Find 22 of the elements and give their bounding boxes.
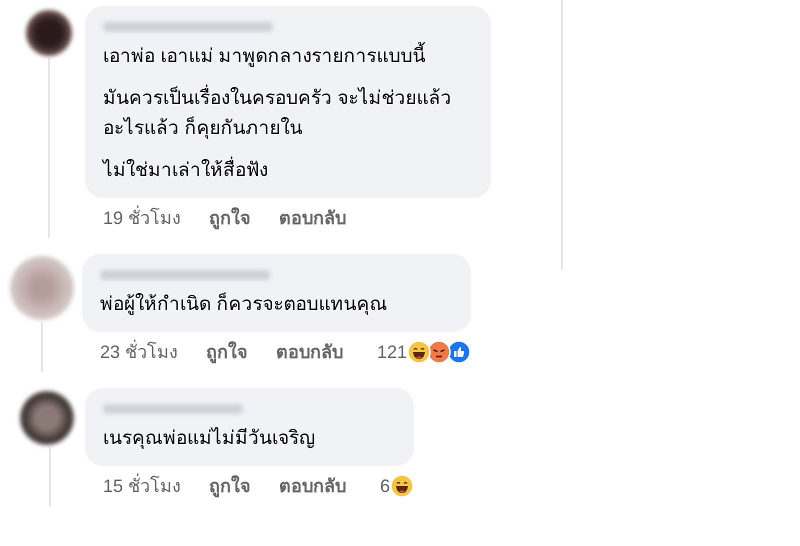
thumbs-up-icon — [447, 340, 472, 364]
reply-link[interactable]: ตอบกลับ — [279, 204, 346, 232]
like-link[interactable]: ถูกใจ — [206, 338, 248, 366]
laughing-face-icon — [390, 474, 414, 498]
comment-text: มันควรเป็นเรื่องในครอบครัว จะไม่ช่วยแล้วอะไรแล้ว ก็คุยกันภายใน — [103, 84, 473, 144]
comment-text: พ่อผู้ให้กำเนิด ก็ควรจะตอบแทนคุณ — [100, 291, 388, 317]
comment-time[interactable]: 23 ชั่วโมง — [100, 338, 178, 366]
avatar[interactable] — [26, 10, 72, 56]
reaction-count[interactable]: 121 — [377, 338, 408, 366]
laughing-face-icon — [407, 340, 432, 364]
like-link[interactable]: ถูกใจ — [209, 472, 252, 500]
comment-text: เนรคุณพ่อแม่ไม่มีวันเจริญ — [103, 426, 316, 451]
comment-time[interactable]: 19 ชั่วโมง — [103, 204, 182, 232]
avatar[interactable] — [20, 391, 74, 445]
reply-link[interactable]: ตอบกลับ — [276, 338, 344, 366]
reply-link[interactable]: ตอบกลับ — [279, 472, 346, 500]
angry-face-icon — [427, 340, 452, 364]
comment-text: ไม่ใช่มาเล่าให้สื่อฟัง — [103, 156, 473, 186]
like-link[interactable]: ถูกใจ — [209, 204, 252, 232]
comment-text: เอาพ่อ เอาแม่ มาพูดกลางรายการแบบนี้ — [103, 42, 473, 72]
comment-time[interactable]: 15 ชั่วโมง — [103, 472, 182, 500]
reaction-count[interactable]: 6 — [380, 472, 390, 500]
